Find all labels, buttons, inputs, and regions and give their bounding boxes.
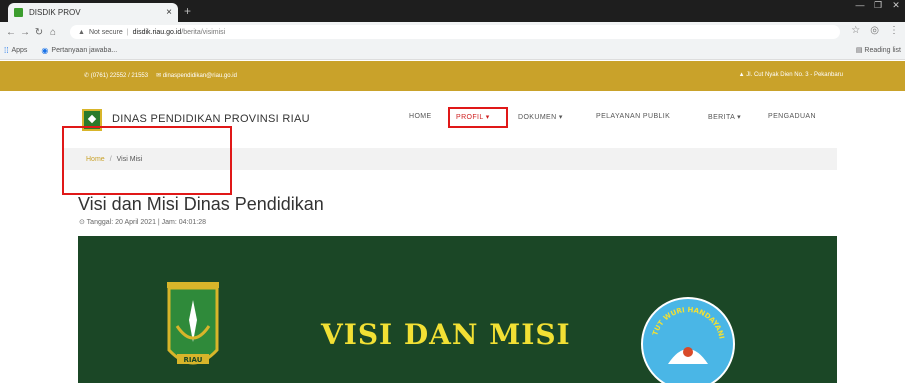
new-tab-button[interactable]: + <box>184 4 191 18</box>
browser-tab-strip: DISDIK PROV × + — ❐ ✕ <box>0 0 905 22</box>
tut-wuri-handayani-emblem-icon: TUT WURI HANDAYANI <box>641 297 735 383</box>
url-path: /berita/visimisi <box>181 28 226 36</box>
riau-emblem-icon: RIAU <box>167 282 219 365</box>
forward-icon[interactable]: → <box>18 27 32 38</box>
toolbar-right: ☆ ◎ ⋮ <box>851 25 899 36</box>
url-input[interactable]: ▲ Not secure | disdik.riau.go.id /berita… <box>70 25 840 39</box>
bookmark-star-icon[interactable]: ☆ <box>851 25 860 36</box>
email-text: dinaspendidikan@riau.go.id <box>162 73 237 79</box>
reading-list-icon: ▤ <box>855 47 863 54</box>
bookmark-apps[interactable]: ⁞⁞ Apps <box>4 46 27 55</box>
nav-berita[interactable]: BERITA ▾ <box>708 113 741 121</box>
site-name[interactable]: DINAS PENDIDIKAN PROVINSI RIAU <box>112 113 310 125</box>
nav-home[interactable]: HOME <box>409 113 432 120</box>
nav-pelayanan-publik[interactable]: PELAYANAN PUBLIK <box>596 113 670 120</box>
bookmark-favicon-icon: ◉ <box>41 46 49 55</box>
warning-icon: ▲ <box>78 28 85 36</box>
email-icon: ✉ <box>156 73 163 79</box>
window-controls: — ❐ ✕ <box>851 0 905 12</box>
contact-info: ✆ (0761) 22552 / 21553 ✉ dinaspendidikan… <box>84 72 237 79</box>
profile-icon[interactable]: ◎ <box>870 25 879 36</box>
bookmark-label: Pertanyaan jawaba... <box>51 47 118 54</box>
phone-text: (0761) 22552 / 21553 <box>90 73 149 79</box>
reload-icon[interactable]: ↻ <box>32 27 46 38</box>
window-close-icon[interactable]: ✕ <box>887 0 905 12</box>
url-host: disdik.riau.go.id <box>132 28 182 36</box>
browser-tab[interactable]: DISDIK PROV × <box>8 3 178 22</box>
banner-title: VISI DAN MISI <box>321 318 571 351</box>
address-info: ▲ Jl. Cut Nyak Dien No. 3 - Pekanbaru <box>739 72 843 78</box>
apps-grid-icon: ⁞⁞ <box>4 46 9 55</box>
breadcrumb-highlight-box <box>62 126 232 195</box>
reading-list-label: Reading list <box>864 47 901 54</box>
phone-icon: ✆ <box>84 73 91 79</box>
riau-emblem-label: RIAU <box>184 356 203 364</box>
bookmarks-bar: ⁞⁞ Apps ◉ Pertanyaan jawaba... ▤ Reading… <box>0 42 905 60</box>
address-bar: ← → ↻ ⌂ ▲ Not secure | disdik.riau.go.id… <box>0 22 905 42</box>
bookmark-label: Apps <box>11 47 28 54</box>
nav-dokumen[interactable]: DOKUMEN ▾ <box>518 113 563 121</box>
phone-info: ✆ (0761) 22552 / 21553 <box>84 72 148 79</box>
menu-icon[interactable]: ⋮ <box>889 25 899 36</box>
profil-highlight-box <box>448 107 508 128</box>
back-icon[interactable]: ← <box>4 27 18 38</box>
favicon-icon <box>14 8 23 17</box>
reading-list-button[interactable]: ▤ Reading list <box>856 46 901 54</box>
url-separator: | <box>126 28 129 36</box>
bookmark-pertanyaan[interactable]: ◉ Pertanyaan jawaba... <box>41 46 117 55</box>
minimize-icon[interactable]: — <box>851 0 869 12</box>
page-title: Visi dan Misi Dinas Pendidikan <box>78 194 324 214</box>
address-text: Jl. Cut Nyak Dien No. 3 - Pekanbaru <box>746 72 843 78</box>
article-date: ⊙ Tanggal: 20 April 2021 | Jam: 04:01:28 <box>79 219 207 226</box>
maximize-icon[interactable]: ❐ <box>869 0 887 12</box>
security-label: Not secure <box>88 28 123 36</box>
visi-misi-banner: RIAU VISI DAN MISI TUT WURI HANDAYANI <box>78 236 837 383</box>
email-info[interactable]: ✉ dinaspendidikan@riau.go.id <box>156 72 237 79</box>
home-icon[interactable]: ⌂ <box>46 27 60 38</box>
contact-bar: ✆ (0761) 22552 / 21553 ✉ dinaspendidikan… <box>0 61 905 91</box>
close-tab-icon[interactable]: × <box>166 7 172 18</box>
nav-pengaduan[interactable]: PENGADUAN <box>768 113 816 120</box>
tab-title: DISDIK PROV <box>29 8 81 17</box>
